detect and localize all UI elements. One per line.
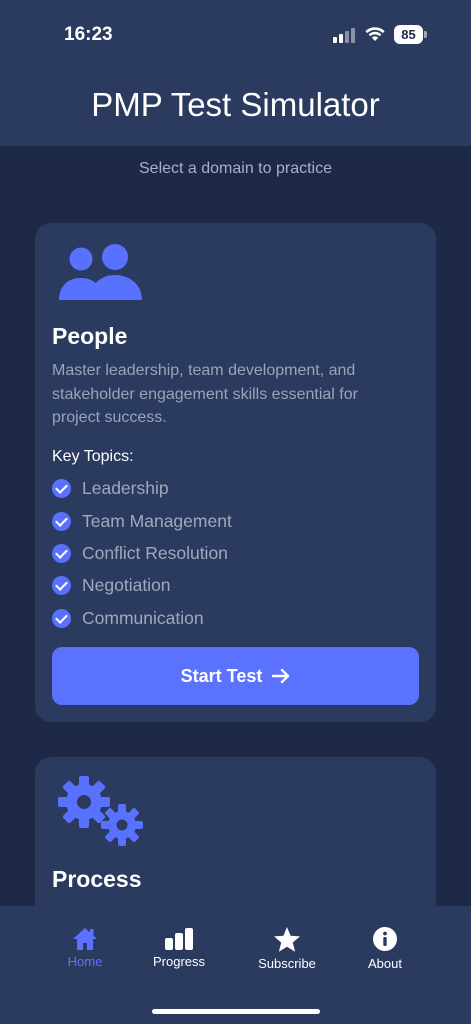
page-subtitle: Select a domain to practice [139, 160, 332, 177]
topic-item: Leadership [52, 476, 169, 500]
topic-label: Team Management [82, 510, 232, 531]
tab-home[interactable]: Home [40, 926, 130, 969]
page-title: PMP Test Simulator [91, 86, 380, 123]
topic-label: Conflict Resolution [82, 542, 228, 563]
gears-icon [58, 776, 143, 846]
tab-label: Subscribe [258, 956, 316, 971]
topic-label: Leadership [82, 477, 169, 498]
card-title: People [52, 323, 128, 349]
tab-progress[interactable]: Progress [134, 926, 224, 969]
header: 16:23 85 PMP Test Simulator [0, 0, 471, 146]
arrow-right-icon [272, 668, 290, 684]
wifi-icon [365, 27, 385, 41]
star-icon [274, 926, 300, 952]
check-circle-icon [52, 608, 71, 628]
card-title: Process [52, 866, 142, 892]
check-circle-icon [52, 575, 71, 595]
info-icon [373, 927, 397, 951]
app-screen: 16:23 85 PMP Test Simulator Select a dom… [0, 0, 471, 1024]
key-topics-label: Key Topics: [52, 448, 134, 465]
tab-label: About [368, 956, 402, 971]
tab-about[interactable]: About [340, 926, 430, 971]
topic-item: Communication [52, 606, 204, 630]
topic-item: Conflict Resolution [52, 541, 228, 565]
start-test-label: Start Test [180, 665, 263, 686]
home-icon [73, 928, 97, 950]
topic-label: Negotiation [82, 574, 171, 595]
domain-card-people: People Master leadership, team developme… [35, 223, 436, 722]
tab-bar: Home Progress Subscribe About [0, 906, 471, 1024]
status-time: 16:23 [64, 24, 113, 45]
tab-label: Progress [152, 954, 206, 969]
battery-level: 85 [394, 25, 423, 44]
check-circle-icon [52, 543, 71, 563]
topic-item: Team Management [52, 509, 232, 533]
domain-card-process: Process [35, 757, 436, 917]
home-indicator [152, 1009, 320, 1014]
battery-indicator: 85 [394, 25, 427, 44]
tab-subscribe[interactable]: Subscribe [242, 926, 332, 971]
topic-item: Negotiation [52, 573, 171, 597]
tab-label: Home [67, 954, 103, 969]
topic-label: Communication [82, 607, 204, 628]
check-circle-icon [52, 511, 71, 531]
card-description: Master leadership, team development, and… [52, 362, 358, 426]
cellular-signal-icon [333, 27, 359, 43]
bar-chart-icon [165, 928, 193, 950]
start-test-button[interactable]: Start Test [52, 647, 419, 705]
people-icon [59, 244, 142, 300]
check-circle-icon [52, 478, 71, 498]
